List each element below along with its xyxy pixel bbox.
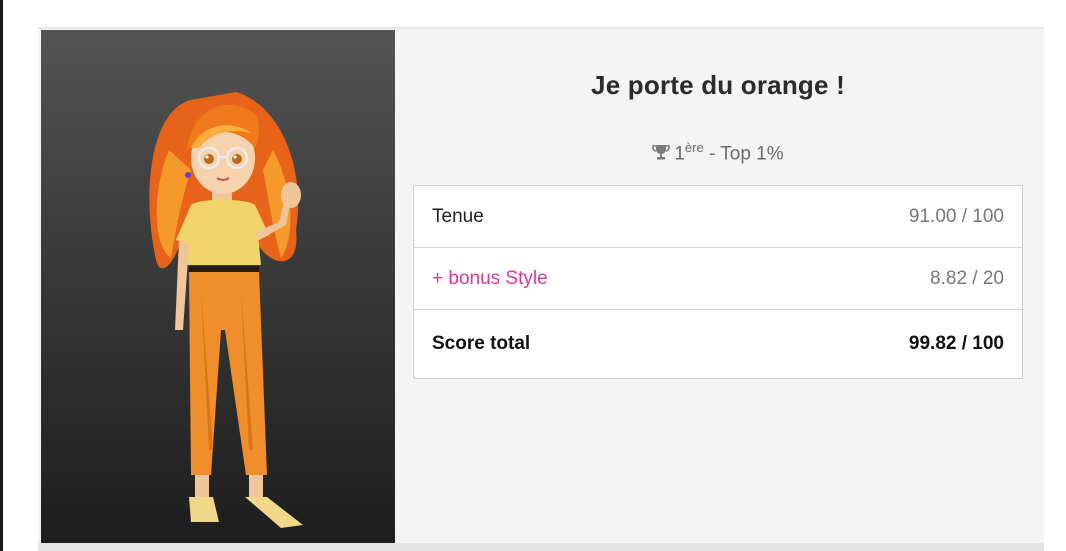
rank-number: 1	[674, 143, 685, 165]
rank-line: 1ère - Top 1%	[414, 140, 1022, 167]
bonus-style-value: 8.82 / 20	[930, 267, 1004, 289]
trophy-icon	[652, 143, 671, 167]
avatar-panel	[41, 30, 395, 543]
avatar-doll-image	[149, 92, 303, 528]
rank-top-percent: - Top 1%	[703, 143, 784, 165]
score-row-total: Score total 99.82 / 100	[414, 310, 1022, 378]
total-score-label: Score total	[432, 333, 531, 354]
rank-suffix: ère	[684, 140, 704, 155]
total-score-value: 99.82 / 100	[908, 333, 1004, 354]
outfit-title: Je porte du orange !	[591, 70, 845, 100]
score-label: Tenue	[432, 205, 484, 227]
card-bottom-strip	[38, 543, 1044, 551]
score-row-bonus-style: + bonus Style 8.82 / 20	[414, 248, 1022, 310]
score-value: 91.00 / 100	[908, 205, 1004, 227]
score-table: Tenue 91.00 / 100 + bonus Style 8.82 / 2…	[413, 185, 1023, 379]
bonus-style-label: + bonus Style	[432, 267, 548, 289]
window-left-border	[0, 0, 3, 551]
score-row-tenue: Tenue 91.00 / 100	[414, 186, 1022, 248]
